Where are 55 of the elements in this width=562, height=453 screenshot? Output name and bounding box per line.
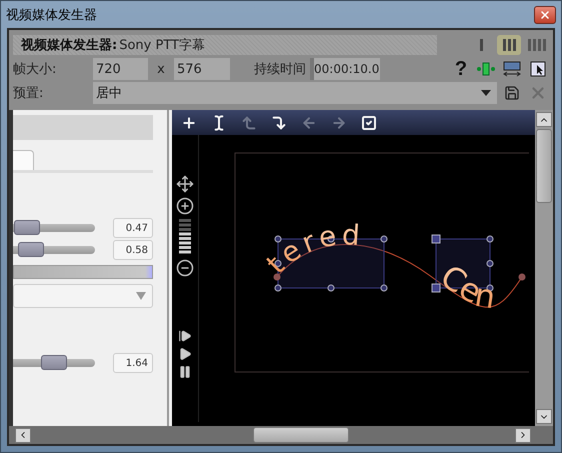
separator-text: x: [156, 62, 166, 76]
value-field[interactable]: 1.64: [113, 353, 153, 373]
value-field[interactable]: 0.47: [113, 218, 153, 238]
monitor-icon: [503, 60, 521, 78]
preset-label: 预置:: [13, 85, 44, 102]
window-title: 视频媒体发生器: [6, 6, 97, 24]
height-field[interactable]: 576: [174, 58, 230, 80]
scroll-left-button[interactable]: [15, 428, 31, 442]
zoom-out-icon[interactable]: [176, 259, 194, 277]
dropdown-arrow-icon: [481, 90, 491, 96]
zoom-level-icon[interactable]: [178, 219, 192, 255]
scroll-down-button[interactable]: [536, 409, 552, 424]
scroll-thumb[interactable]: [253, 427, 349, 443]
scroll-thumb[interactable]: [536, 129, 552, 203]
step-forward-icon[interactable]: [178, 329, 192, 343]
value-field[interactable]: 0.58: [113, 240, 153, 260]
corner-up-arrow-icon: [241, 114, 257, 130]
help-button[interactable]: ?: [451, 58, 471, 80]
move-icon[interactable]: [176, 175, 194, 193]
slider-thumb[interactable]: [14, 220, 40, 235]
close-icon: [539, 8, 551, 20]
pause-icon[interactable]: [178, 365, 192, 379]
header-label: 视频媒体发生器:: [21, 37, 118, 54]
slider-thumb[interactable]: [18, 242, 44, 257]
cursor-window-icon: [530, 61, 546, 77]
plus-icon: [181, 114, 197, 130]
columns-icon: [480, 39, 482, 51]
arrow-left-icon: [301, 114, 317, 130]
vertical-scrollbar[interactable]: [535, 110, 553, 426]
frame-size-label: 帧大小:: [13, 61, 58, 78]
columns-icon: [502, 39, 516, 51]
arrow-right-icon: [331, 114, 347, 130]
canvas-text[interactable]: Cen: [434, 257, 498, 316]
preset-dropdown[interactable]: 居中: [93, 82, 497, 104]
checkbox-icon: [361, 114, 377, 130]
horizontal-scrollbar[interactable]: [9, 426, 553, 444]
plugin-name: Sony PTT字幕: [119, 37, 205, 54]
columns-icon: [528, 39, 546, 51]
close-button[interactable]: [534, 6, 556, 24]
scroll-right-button[interactable]: [515, 428, 531, 442]
save-icon: [504, 85, 520, 101]
dropdown-arrow-icon: [136, 292, 146, 300]
duration-label: 持续时间: [254, 61, 306, 78]
slider-thumb[interactable]: [41, 355, 67, 370]
play-icon[interactable]: [178, 347, 192, 361]
layout-button[interactable]: [501, 59, 523, 79]
zoom-in-icon[interactable]: [176, 197, 194, 215]
view-mode-button[interactable]: [497, 35, 521, 55]
duration-field[interactable]: 00:00:10.0: [310, 58, 380, 80]
curve-endpoint[interactable]: [518, 274, 526, 280]
keyframe-icon: [476, 62, 496, 76]
scroll-up-button[interactable]: [536, 112, 552, 127]
corner-down-arrow-icon: [271, 114, 287, 130]
width-field[interactable]: 720: [93, 58, 148, 80]
curve-endpoint[interactable]: [274, 274, 280, 280]
